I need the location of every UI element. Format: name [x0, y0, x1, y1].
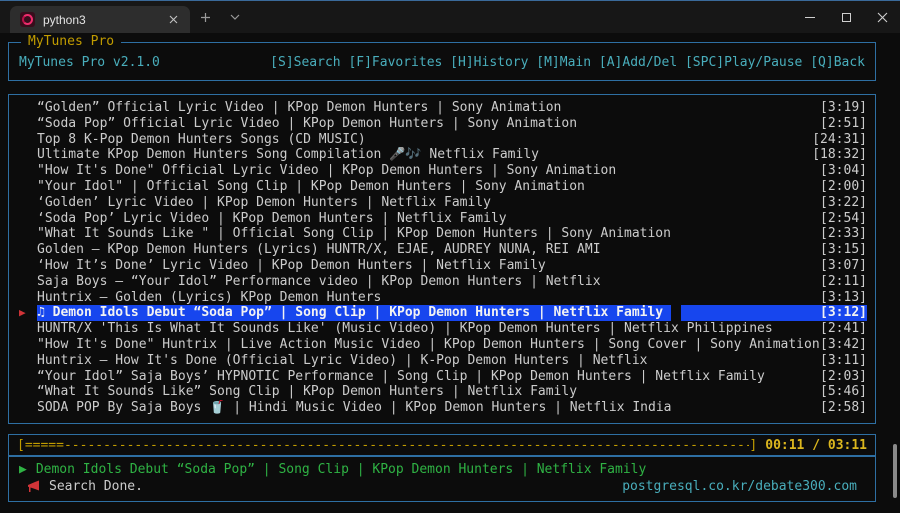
- window-titlebar: python3: [0, 0, 900, 33]
- song-title: ♫ Demon Idols Debut “Soda Pop” | Song Cl…: [37, 305, 671, 321]
- song-row[interactable]: ‘Golden’ Lyric Video | KPop Demon Hunter…: [9, 195, 875, 211]
- song-duration: [3:42]: [820, 337, 867, 353]
- song-row[interactable]: ‘How It’s Done’ Lyric Video | KPop Demon…: [9, 258, 875, 274]
- song-row[interactable]: "How It's Done" Official Lyric Video | K…: [9, 163, 875, 179]
- app-title: MyTunes Pro: [21, 34, 121, 50]
- song-duration: [2:41]: [820, 321, 867, 337]
- play-indicator-icon: ▶: [19, 305, 37, 321]
- terminal-scrollbar[interactable]: [893, 444, 897, 498]
- song-title: “Golden” Official Lyric Video | KPop Dem…: [37, 100, 561, 116]
- song-row[interactable]: HUNTR/X 'This Is What It Sounds Like' (M…: [9, 321, 875, 337]
- song-title: Huntrix – Golden (Lyrics) KPop Demon Hun…: [37, 290, 381, 306]
- song-duration: [3:04]: [820, 163, 867, 179]
- song-title: Top 8 K-Pop Demon Hunters Songs (CD MUSI…: [37, 132, 366, 148]
- keyboard-shortcuts: [S]Search [F]Favorites [H]History [M]Mai…: [270, 55, 865, 70]
- song-duration: [2:54]: [820, 211, 867, 227]
- song-row[interactable]: “Soda Pop” Official Lyric Video | KPop D…: [9, 116, 875, 132]
- tab-close-icon[interactable]: [164, 11, 182, 29]
- progress-open-bracket: [: [17, 438, 25, 453]
- app-version: MyTunes Pro v2.1.0: [19, 55, 160, 70]
- minimize-icon: [805, 17, 815, 18]
- song-title: "Your Idol" | Official Song Clip | KPop …: [37, 179, 585, 195]
- song-row[interactable]: Top 8 K-Pop Demon Hunters Songs (CD MUSI…: [9, 132, 875, 148]
- song-list: “Golden” Official Lyric Video | KPop Dem…: [8, 94, 876, 424]
- song-duration: [3:13]: [820, 290, 867, 306]
- song-row[interactable]: “Golden” Official Lyric Video | KPop Dem…: [9, 100, 875, 116]
- now-playing-line: ▶ Demon Idols Debut “Soda Pop” | Song Cl…: [19, 462, 865, 478]
- song-row[interactable]: Ultimate KPop Demon Hunters Song Compila…: [9, 147, 875, 163]
- song-duration: [3:12]: [681, 305, 867, 321]
- status-message: Search Done.: [49, 478, 143, 495]
- song-duration: [2:51]: [820, 116, 867, 132]
- song-duration: [3:19]: [820, 100, 867, 116]
- song-row[interactable]: Golden – KPop Demon Hunters (Lyrics) HUN…: [9, 242, 875, 258]
- song-duration: [2:03]: [820, 369, 867, 385]
- song-title: "How It's Done" Official Lyric Video | K…: [37, 163, 616, 179]
- progress-close-bracket: ]: [749, 438, 757, 453]
- song-duration: [2:11]: [820, 274, 867, 290]
- song-duration: [5:46]: [820, 384, 867, 400]
- song-row[interactable]: ‘Soda Pop’ Lyric Video | KPop Demon Hunt…: [9, 211, 875, 227]
- tab-profile-icon: [20, 12, 35, 27]
- song-duration: [2:33]: [820, 226, 867, 242]
- song-row[interactable]: “Your Idol” Saja Boys’ HYPNOTIC Performa…: [9, 369, 875, 385]
- song-row[interactable]: ▶ ♫ Demon Idols Debut “Soda Pop” | Song …: [9, 305, 875, 321]
- song-title: “What It Sounds Like” Song Clip | KPop D…: [37, 384, 577, 400]
- song-title: "What It Sounds Like " | Official Song C…: [37, 226, 671, 242]
- status-box: ▶ Demon Idols Debut “Soda Pop” | Song Cl…: [8, 456, 876, 502]
- close-icon: [877, 12, 888, 23]
- song-row[interactable]: Huntrix – How It's Done (Official Lyric …: [9, 353, 875, 369]
- song-duration: [3:15]: [820, 242, 867, 258]
- playback-time: 00:11 / 03:11: [757, 438, 867, 453]
- progress-box: [=====----------------------------------…: [8, 434, 876, 456]
- speaker-icon: [27, 480, 41, 493]
- song-row[interactable]: "How It's Done" Huntrix | Live Action Mu…: [9, 337, 875, 353]
- song-duration: [24:31]: [812, 132, 867, 148]
- minimize-button[interactable]: [792, 1, 828, 34]
- song-duration: [18:32]: [812, 147, 867, 163]
- close-button[interactable]: [864, 1, 900, 34]
- tab-title: python3: [43, 13, 156, 27]
- song-duration: [2:00]: [820, 179, 867, 195]
- song-row[interactable]: "What It Sounds Like " | Official Song C…: [9, 226, 875, 242]
- now-playing-title: Demon Idols Debut “Soda Pop” | Song Clip…: [36, 462, 646, 478]
- app-header-box: MyTunes Pro MyTunes Pro v2.1.0 [S]Search…: [8, 42, 876, 81]
- song-title: "How It's Done" Huntrix | Live Action Mu…: [37, 337, 820, 353]
- tab-dropdown-button[interactable]: [220, 4, 250, 30]
- song-duration: [3:07]: [820, 258, 867, 274]
- maximize-button[interactable]: [828, 1, 864, 34]
- song-duration: [3:22]: [820, 195, 867, 211]
- song-title: ‘How It’s Done’ Lyric Video | KPop Demon…: [37, 258, 546, 274]
- song-row[interactable]: Saja Boys – “Your Idol” Performance vide…: [9, 274, 875, 290]
- maximize-icon: [842, 13, 851, 22]
- song-duration: [3:11]: [820, 353, 867, 369]
- song-row[interactable]: Huntrix – Golden (Lyrics) KPop Demon Hun…: [9, 290, 875, 306]
- song-title: ‘Golden’ Lyric Video | KPop Demon Hunter…: [37, 195, 491, 211]
- song-title: HUNTR/X 'This Is What It Sounds Like' (M…: [37, 321, 773, 337]
- song-title: ‘Soda Pop’ Lyric Video | KPop Demon Hunt…: [37, 211, 507, 227]
- song-title: Huntrix – How It's Done (Official Lyric …: [37, 353, 647, 369]
- song-title: Ultimate KPop Demon Hunters Song Compila…: [37, 147, 539, 163]
- new-tab-button[interactable]: [190, 4, 220, 30]
- song-row[interactable]: “What It Sounds Like” Song Clip | KPop D…: [9, 384, 875, 400]
- progress-track: ----------------------------------------…: [64, 438, 749, 453]
- song-title: Saja Boys – “Your Idol” Performance vide…: [37, 274, 601, 290]
- now-playing-icon: ▶: [19, 462, 27, 478]
- song-title: “Soda Pop” Official Lyric Video | KPop D…: [37, 116, 577, 132]
- terminal-tab[interactable]: python3: [10, 6, 190, 33]
- song-row[interactable]: SODA POP By Saja Boys 🥤 | Hindi Music Vi…: [9, 400, 875, 416]
- progress-filled: =====: [25, 438, 64, 453]
- song-title: SODA POP By Saja Boys 🥤 | Hindi Music Vi…: [37, 400, 672, 416]
- song-title: “Your Idol” Saja Boys’ HYPNOTIC Performa…: [37, 369, 765, 385]
- song-row[interactable]: "Your Idol" | Official Song Clip | KPop …: [9, 179, 875, 195]
- progress-bar: [=====----------------------------------…: [9, 435, 875, 455]
- song-title: Golden – KPop Demon Hunters (Lyrics) HUN…: [37, 242, 601, 258]
- site-url: postgresql.co.kr/debate300.com: [622, 478, 865, 495]
- song-duration: [2:58]: [820, 400, 867, 416]
